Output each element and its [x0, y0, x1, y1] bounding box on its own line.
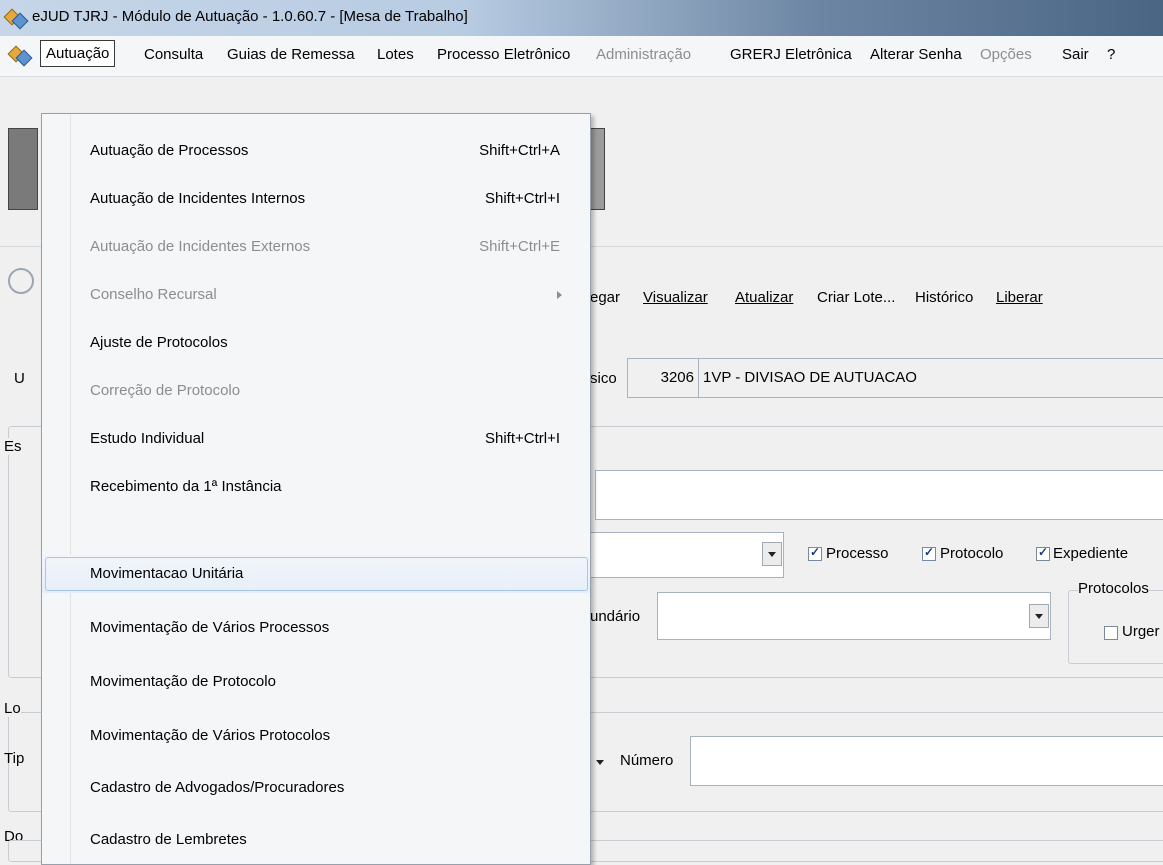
secundario-combo[interactable]: [657, 592, 1051, 640]
app-icon: [3, 8, 29, 30]
toolbar-link-liberar[interactable]: Liberar: [996, 289, 1043, 306]
label-es: Es: [4, 438, 22, 455]
menu-item-ajuste-de-protocolos[interactable]: Ajuste de Protocolos: [42, 324, 590, 362]
menu-administracao[interactable]: Administração: [596, 46, 691, 63]
urgente-label: Urger: [1122, 623, 1160, 640]
label-lo: Lo: [4, 700, 21, 717]
menu-autuacao[interactable]: Autuação: [40, 40, 116, 67]
expediente-checkbox[interactable]: [1036, 545, 1050, 561]
menu-item-correcao-de-protocolo[interactable]: Correção de Protocolo: [42, 372, 590, 410]
processo-label: Processo: [826, 545, 889, 562]
processo-checkbox[interactable]: [808, 545, 822, 561]
menu-item-autuacao-incidentes-internos[interactable]: Autuação de Incidentes Internos Shift+Ct…: [42, 180, 590, 218]
toolbar-link-atualizar[interactable]: Atualizar: [735, 289, 793, 306]
numero-label: Número: [620, 752, 674, 769]
menu-sair[interactable]: Sair: [1062, 46, 1089, 63]
protocolos-label: Protocolos: [1078, 580, 1149, 597]
expediente-label: Expediente: [1053, 545, 1129, 562]
text-field-upper[interactable]: [595, 470, 1163, 520]
numero-field[interactable]: [690, 736, 1163, 786]
menu-processo-eletronico[interactable]: Processo Eletrônico: [437, 46, 570, 63]
window-title: eJUD TJRJ - Módulo de Autuação - 1.0.60.…: [32, 8, 468, 25]
menu-item-cadastro-de-lembretes[interactable]: Cadastro de Lembretes: [42, 821, 590, 859]
label-fisico: sico: [590, 370, 617, 387]
menu-item-movimentacao-de-protocolo[interactable]: Movimentação de Protocolo: [42, 663, 590, 701]
protocolo-label: Protocolo: [940, 545, 1004, 562]
location-code-field: 3206: [627, 358, 699, 398]
menu-grerj-eletronica[interactable]: GRERJ Eletrônica: [730, 46, 852, 63]
menu-guias-de-remessa[interactable]: Guias de Remessa: [227, 46, 355, 63]
secundario-combo-arrow[interactable]: [1029, 604, 1049, 628]
menu-item-movimentacao-unitaria[interactable]: Movimentacao Unitária: [42, 555, 590, 593]
protocolo-checkbox[interactable]: [922, 545, 936, 561]
menu-lotes[interactable]: Lotes: [377, 46, 414, 63]
secundario-label: undário: [590, 608, 641, 625]
search-icon[interactable]: [8, 268, 34, 294]
filter-combo-arrow[interactable]: [762, 542, 782, 566]
menu-item-autuacao-incidentes-externos[interactable]: Autuação de Incidentes Externos Shift+Ct…: [42, 228, 590, 266]
toolbar-big-button[interactable]: [8, 128, 38, 210]
menu-item-autuacao-de-processos[interactable]: Autuação de Processos Shift+Ctrl+A: [42, 132, 590, 170]
menu-item-cadastro-advogados[interactable]: Cadastro de Advogados/Procuradores: [42, 769, 590, 807]
toolbar-link-criar-lote[interactable]: Criar Lote...: [817, 289, 895, 306]
label-tip: Tip: [4, 750, 25, 767]
location-name-field: 1VP - DIVISAO DE AUTUACAO: [698, 358, 1163, 398]
menu-consulta[interactable]: Consulta: [144, 46, 203, 63]
submenu-arrow-icon: [557, 291, 562, 299]
toolbar-link-visualizar[interactable]: Visualizar: [643, 289, 708, 306]
toolbar-link-entregar[interactable]: egar: [590, 289, 620, 306]
menu-opcoes[interactable]: Opções: [980, 46, 1032, 63]
tipo-combo-arrow[interactable]: [596, 760, 604, 765]
menu-item-movimentacao-varios-processos[interactable]: Movimentação de Vários Processos: [42, 609, 590, 647]
menu-item-movimentacao-varios-protocolos[interactable]: Movimentação de Vários Protocolos: [42, 717, 590, 755]
menu-item-recebimento-1a-instancia[interactable]: Recebimento da 1ª Instância: [42, 468, 590, 506]
label-u: U: [14, 370, 25, 387]
system-menu-icon[interactable]: [7, 45, 33, 67]
menu-alterar-senha[interactable]: Alterar Senha: [870, 46, 962, 63]
menu-item-estudo-individual[interactable]: Estudo Individual Shift+Ctrl+I: [42, 420, 590, 458]
menu-help[interactable]: ?: [1107, 46, 1115, 63]
menu-bar: Autuação Consulta Guias de Remessa Lotes…: [0, 36, 1163, 77]
urgente-checkbox[interactable]: [1104, 626, 1118, 640]
filter-combo[interactable]: [589, 532, 784, 578]
toolbar-tool-icon[interactable]: [589, 128, 605, 210]
toolbar-link-historico[interactable]: Histórico: [915, 289, 973, 306]
menu-item-conselho-recursal[interactable]: Conselho Recursal: [42, 276, 590, 314]
autuacao-dropdown-menu: Autuação de Processos Shift+Ctrl+A Autua…: [41, 113, 591, 865]
title-bar: eJUD TJRJ - Módulo de Autuação - 1.0.60.…: [0, 0, 1163, 36]
